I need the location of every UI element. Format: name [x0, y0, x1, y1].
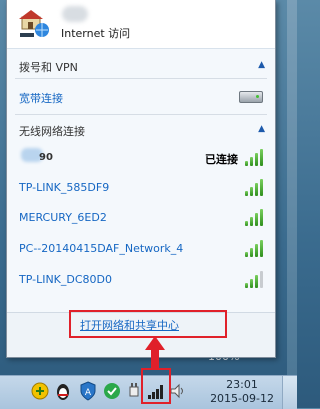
up-arrow-annotation-icon	[145, 336, 165, 370]
svg-text:A: A	[85, 388, 92, 398]
modem-icon	[239, 91, 263, 103]
security-shield-icon[interactable]: A	[78, 381, 98, 401]
qq-penguin-icon[interactable]	[53, 381, 73, 401]
divider	[15, 114, 267, 115]
section-wireless-label: 无线网络连接	[19, 125, 85, 138]
show-desktop-button[interactable]	[282, 376, 297, 409]
list-item-network[interactable]: TP-LINK_DC80D0	[7, 267, 275, 295]
network-name[interactable]: TP-LINK_DC80D0	[19, 273, 112, 286]
highlight-box-tray	[141, 368, 171, 404]
signal-strength-icon	[245, 178, 265, 196]
network-name[interactable]: TP-LINK_585DF9	[19, 181, 109, 194]
list-item-broadband[interactable]: 宽带连接	[7, 84, 275, 112]
broadband-connection-link[interactable]: 宽带连接	[19, 90, 63, 106]
popup-header: Internet 访问	[7, 0, 275, 49]
section-wireless[interactable]: 无线网络连接 ▲	[7, 119, 275, 141]
connected-network-name-suffix: 90	[39, 152, 53, 163]
signal-strength-icon	[245, 239, 265, 257]
internet-access-label: Internet 访问	[61, 27, 131, 40]
clock-time: 23:01	[226, 378, 258, 391]
chevron-up-icon[interactable]: ▲	[258, 124, 265, 134]
section-dialup[interactable]: 拨号和 VPN ▲	[7, 55, 275, 77]
list-item-connected-network[interactable]: 90 已连接	[7, 145, 275, 173]
connection-status: 已连接	[205, 153, 238, 166]
highlight-box-link	[69, 310, 227, 338]
network-name[interactable]: PC--20140415DAF_Network_4	[19, 242, 183, 255]
list-item-network[interactable]: PC--20140415DAF_Network_4	[7, 236, 275, 264]
list-item-network[interactable]: TP-LINK_585DF9	[7, 175, 275, 203]
volume-icon[interactable]	[168, 381, 188, 401]
taskbar-clock[interactable]: 23:01 2015-09-12	[210, 378, 274, 406]
desktop-background	[287, 0, 297, 375]
chevron-up-icon[interactable]: ▲	[258, 60, 265, 70]
divider	[15, 78, 267, 79]
signal-strength-icon	[245, 148, 265, 166]
network-house-icon	[19, 10, 49, 37]
clock-date: 2015-09-12	[210, 392, 274, 405]
list-item-network[interactable]: MERCURY_6ED2	[7, 205, 275, 233]
header-blurred-name	[62, 6, 88, 22]
network-popup: Internet 访问 拨号和 VPN ▲ 宽带连接 无线网络连接 ▲ 90 已…	[6, 0, 276, 358]
tray-app-icon[interactable]	[102, 381, 122, 401]
network-name[interactable]: MERCURY_6ED2	[19, 211, 107, 224]
signal-strength-icon	[245, 208, 265, 226]
section-dialup-label: 拨号和 VPN	[19, 61, 78, 74]
tray-app-icon[interactable]	[30, 381, 50, 401]
signal-strength-icon	[245, 270, 265, 288]
